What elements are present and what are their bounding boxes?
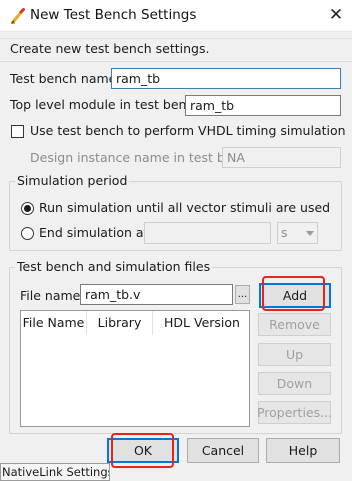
close-icon[interactable]: ✕ (322, 2, 350, 30)
time-unit-value: s (281, 225, 288, 240)
design-instance-input[interactable]: NA (222, 147, 341, 168)
vhdl-timing-checkbox[interactable] (11, 125, 24, 138)
remove-button[interactable]: Remove (258, 313, 331, 336)
files-group-title: Test bench and simulation files (15, 259, 213, 274)
divider (0, 38, 352, 39)
window-title: New Test Bench Settings (30, 7, 197, 23)
files-list[interactable]: File Name Library HDL Version (20, 310, 250, 427)
up-button[interactable]: Up (258, 343, 331, 366)
time-unit-select[interactable]: s (277, 222, 318, 244)
intro-text: Create new test bench settings. (10, 41, 210, 56)
add-highlight (262, 276, 325, 311)
end-at-radio[interactable] (21, 227, 34, 240)
pencil-icon (11, 8, 25, 24)
run-until-label: Run simulation until all vector stimuli … (39, 200, 331, 215)
column-header-library[interactable]: Library (87, 311, 153, 335)
simulation-period-title: Simulation period (15, 173, 130, 188)
browse-button[interactable]: ... (235, 285, 250, 304)
divider (0, 61, 352, 62)
help-button[interactable]: Help (266, 438, 340, 463)
end-at-label: End simulation at: (39, 225, 153, 240)
test-bench-name-input[interactable]: ram_tb (111, 68, 341, 89)
file-name-label: File name: (20, 288, 85, 303)
properties-button[interactable]: Properties... (257, 401, 332, 424)
down-button[interactable]: Down (258, 372, 331, 395)
background-tooltip: NativeLink Settings... (0, 463, 110, 481)
ok-highlight (111, 433, 174, 468)
chevron-down-icon (306, 231, 314, 236)
test-bench-name-label: Test bench name: (10, 71, 121, 86)
top-level-module-input[interactable]: ram_tb (185, 95, 341, 116)
title-bar: New Test Bench Settings ✕ (0, 0, 352, 32)
column-header-file-name[interactable]: File Name (21, 311, 87, 335)
cancel-button[interactable]: Cancel (187, 438, 259, 463)
column-header-hdl-version[interactable]: HDL Version (153, 311, 251, 335)
run-until-radio[interactable] (21, 202, 34, 215)
vhdl-timing-label: Use test bench to perform VHDL timing si… (30, 123, 346, 138)
top-level-module-label: Top level module in test bench: (10, 97, 206, 112)
end-at-input[interactable] (144, 222, 271, 244)
file-name-input[interactable]: ram_tb.v (80, 284, 233, 305)
